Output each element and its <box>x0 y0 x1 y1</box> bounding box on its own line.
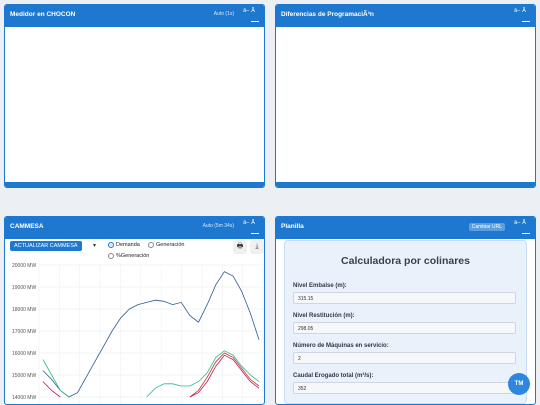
print-icon: 🖶 <box>236 242 244 250</box>
cammesa-tools: â– Ã <box>237 220 261 226</box>
nivel-restitucion-input[interactable]: 298.05 <box>293 322 516 334</box>
minimize-icon[interactable]: â– <box>243 8 249 14</box>
minimize-icon[interactable]: â– <box>514 220 520 226</box>
print-button[interactable]: 🖶 <box>233 240 247 254</box>
download-icon: ⤓ <box>255 243 259 250</box>
radio-generacion[interactable]: Generación <box>148 242 184 248</box>
diferencias-tools: â– Ã <box>508 8 532 14</box>
medidor-tools: â– Ã <box>237 8 261 14</box>
field-label: Nivel Restitución (m): <box>293 313 355 319</box>
minimize-icon[interactable]: â– <box>243 220 249 226</box>
field-label: Nivel Embalse (m): <box>293 283 347 289</box>
medidor-title: Medidor en CHOCON <box>10 11 76 18</box>
update-cammesa-button[interactable]: ACTUALIZAR CAMMESA <box>10 241 82 251</box>
radio-demanda[interactable]: Demanda <box>108 242 140 248</box>
series-line-3 <box>42 354 260 398</box>
cammesa-header: CAMMESA Auto (5m 34s) â– Ã <box>5 217 264 239</box>
maximize-icon[interactable]: Ã <box>251 8 255 14</box>
y-tick-label: 18000 MW <box>12 307 36 313</box>
medidor-panel: Medidor en CHOCON Auto (1s) â– Ã <box>4 4 265 188</box>
cammesa-title: CAMMESA <box>10 223 44 230</box>
radio-generacion-dot[interactable] <box>148 242 154 248</box>
y-tick-label: 16000 MW <box>12 351 36 357</box>
series-line-2 <box>42 350 260 398</box>
planilla-tools: â– Ã <box>508 220 532 226</box>
radio-pct-generacion[interactable]: %Generación <box>108 253 149 259</box>
floating-action-button[interactable]: TM <box>508 373 530 395</box>
dropdown-chevron-icon[interactable]: ▾ <box>93 242 96 249</box>
y-tick-label: 19000 MW <box>12 285 36 291</box>
y-tick-label: 17000 MW <box>12 329 36 335</box>
caudal-erogado-input[interactable]: 352 <box>293 382 516 394</box>
nivel-embalse-input[interactable]: 315.15 <box>293 292 516 304</box>
planilla-header: Planilla Cambiar URL â– Ã <box>276 217 535 239</box>
medidor-header: Medidor en CHOCON Auto (1s) â– Ã <box>5 5 264 27</box>
y-tick-label: 14000 MW <box>12 395 36 401</box>
radio-pct-generacion-dot[interactable] <box>108 253 114 259</box>
maximize-icon[interactable]: Ã <box>522 220 526 226</box>
numero-maquinas-input[interactable]: 2 <box>293 352 516 364</box>
planilla-panel: Planilla Cambiar URL â– Ã Calculadora po… <box>275 216 536 405</box>
diferencias-panel: Diferencias de ProgramaciÃ³n â– Ã <box>275 4 536 188</box>
radio-demanda-dot[interactable] <box>108 242 114 248</box>
medidor-auto-label[interactable]: Auto (1s) <box>214 11 234 17</box>
cammesa-auto-label[interactable]: Auto (5m 34s) <box>203 223 234 229</box>
series-line-0 <box>42 271 260 398</box>
y-tick-label: 20000 MW <box>12 263 36 269</box>
planilla-title: Planilla <box>281 223 304 230</box>
diferencias-title: Diferencias de ProgramaciÃ³n <box>281 11 374 18</box>
y-tick-label: 15000 MW <box>12 373 36 379</box>
diferencias-header: Diferencias de ProgramaciÃ³n â– Ã <box>276 5 535 27</box>
cammesa-chart: 20000 MW 19000 MW 18000 MW 17000 MW 16000 MW… <box>12 263 264 404</box>
maximize-icon[interactable]: Ã <box>251 220 255 226</box>
change-url-button[interactable]: Cambiar URL <box>468 223 505 231</box>
tm-badge-icon: TM <box>514 381 524 387</box>
calculator-card: Calculadora por colinares Nivel Embalse … <box>284 240 527 404</box>
field-label: Caudal Erogado total (m³/s): <box>293 373 374 379</box>
minimize-icon[interactable]: â– <box>514 8 520 14</box>
calculator-heading: Calculadora por colinares <box>341 255 470 267</box>
cammesa-panel: CAMMESA Auto (5m 34s) â– Ã ACTUALIZAR CA… <box>4 216 265 405</box>
field-label: Número de Máquinas en servicio: <box>293 343 389 349</box>
maximize-icon[interactable]: Ã <box>522 8 526 14</box>
download-button[interactable]: ⤓ <box>250 240 264 254</box>
